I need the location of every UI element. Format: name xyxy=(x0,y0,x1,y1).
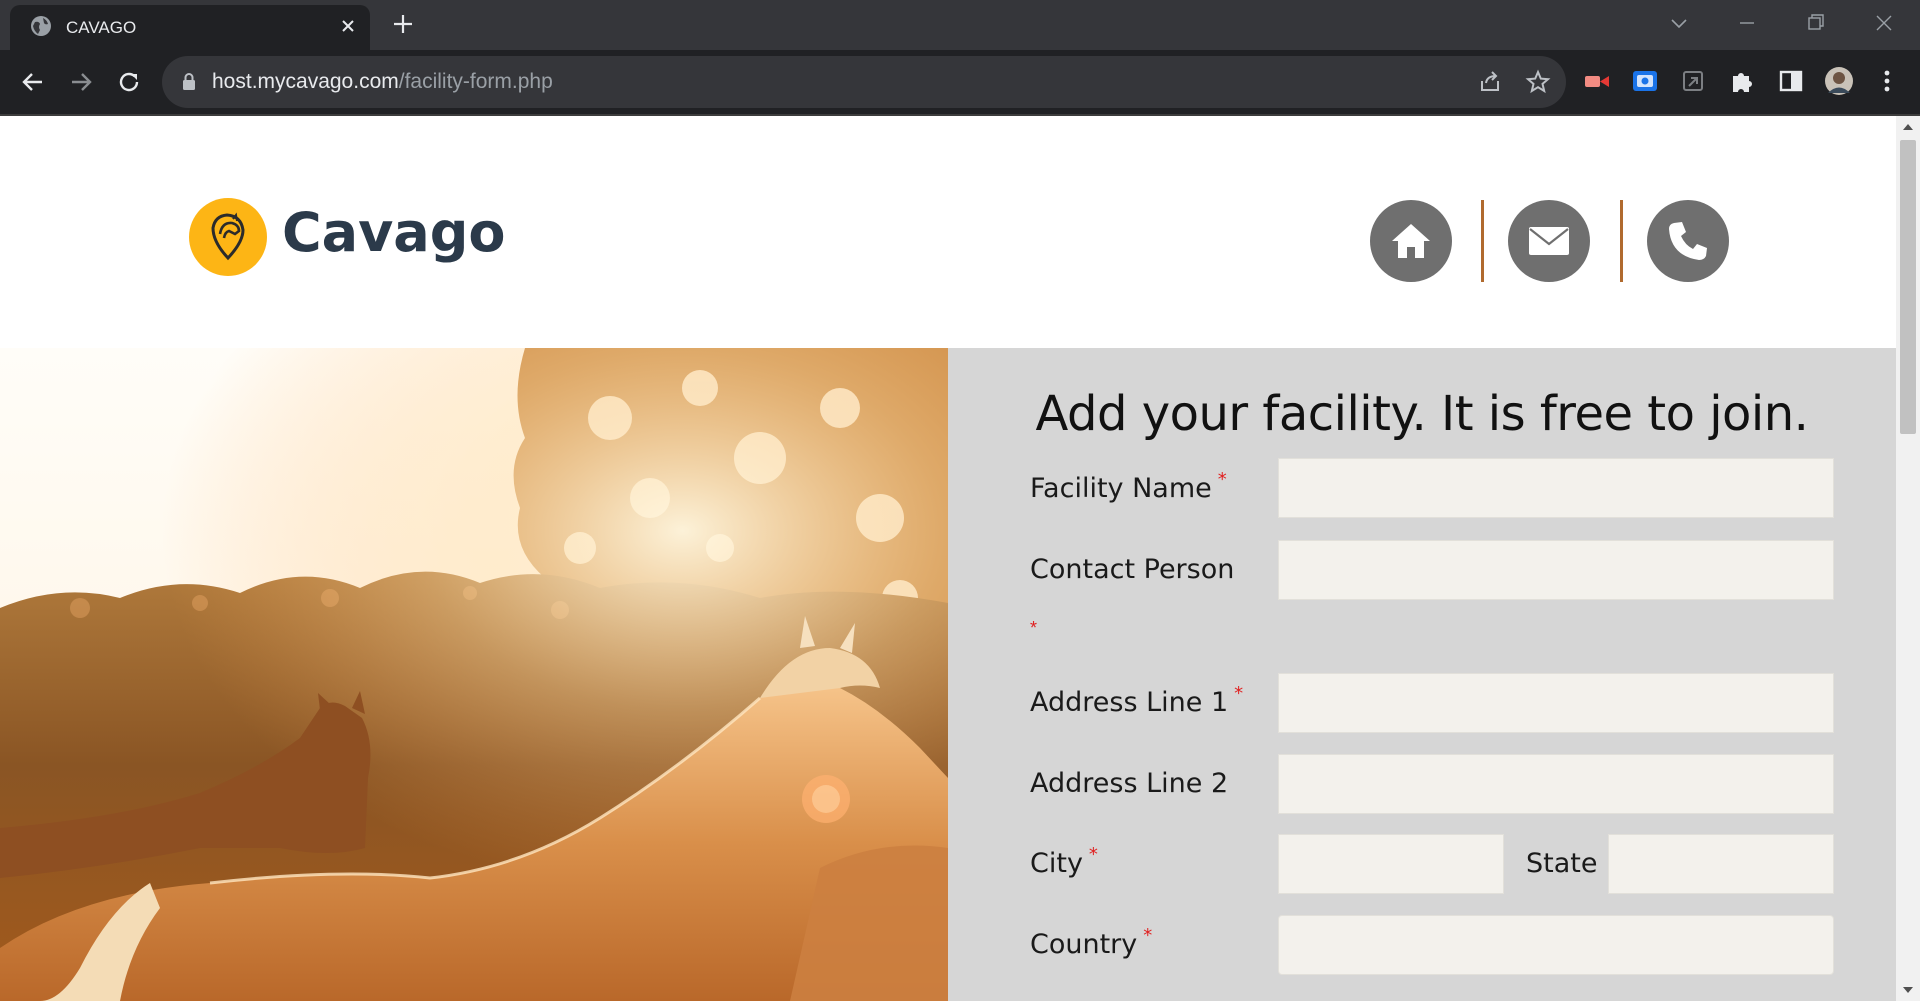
close-tab-icon[interactable] xyxy=(336,14,360,38)
page-viewport: Cavago Add your facility. It is free to … xyxy=(0,116,1896,1001)
city-label: City * xyxy=(1030,844,1098,879)
phone-icon xyxy=(1669,222,1707,260)
new-tab-icon[interactable] xyxy=(390,11,416,37)
browser-tab[interactable]: CAVAGO xyxy=(10,5,370,50)
cavago-logo-mark[interactable] xyxy=(189,198,267,276)
nav-separator xyxy=(1620,200,1623,282)
scrollbar-thumb[interactable] xyxy=(1900,140,1916,434)
facility-name-label: Facility Name * xyxy=(1030,469,1227,504)
url-path: /facility-form.php xyxy=(398,70,553,93)
country-label: Country * xyxy=(1030,925,1153,960)
contact-person-input[interactable] xyxy=(1278,540,1834,600)
grayed-extension-icon[interactable] xyxy=(1679,66,1709,96)
address-bar[interactable]: host.mycavago.com/facility-form.php xyxy=(162,56,1566,108)
share-icon[interactable] xyxy=(1477,69,1503,95)
horses-at-sunset-illustration xyxy=(0,348,948,1001)
tab-title: CAVAGO xyxy=(66,18,137,37)
required-mark: * xyxy=(1088,844,1098,865)
bookmark-star-icon[interactable] xyxy=(1525,69,1551,95)
hero-horses-image xyxy=(0,348,948,1001)
tab-search-chevron-icon[interactable] xyxy=(1666,10,1692,36)
url-text[interactable]: host.mycavago.com/facility-form.php xyxy=(212,70,553,94)
envelope-icon xyxy=(1529,227,1569,255)
side-panel-icon[interactable] xyxy=(1776,66,1806,96)
address-line-2-label: Address Line 2 xyxy=(1030,768,1229,799)
close-window-icon[interactable] xyxy=(1871,10,1897,36)
required-mark: * xyxy=(1030,618,1038,638)
home-icon xyxy=(1392,224,1430,258)
minimize-icon[interactable] xyxy=(1734,10,1760,36)
city-input[interactable] xyxy=(1278,834,1504,894)
required-mark: * xyxy=(1234,683,1244,704)
phone-button[interactable] xyxy=(1647,200,1729,282)
capture-extension-icon[interactable] xyxy=(1630,66,1660,96)
facility-name-input[interactable] xyxy=(1278,458,1834,518)
add-facility-form: Add your facility. It is free to join. F… xyxy=(948,348,1896,1001)
scroll-down-arrow-icon[interactable] xyxy=(1902,985,1914,995)
country-select[interactable] xyxy=(1278,915,1834,975)
browser-toolbar: host.mycavago.com/facility-form.php xyxy=(0,50,1920,114)
home-button[interactable] xyxy=(1370,200,1452,282)
browser-tabstrip: CAVAGO xyxy=(0,0,1920,50)
profile-avatar-icon[interactable] xyxy=(1824,66,1854,96)
url-host: host.mycavago.com xyxy=(212,70,399,93)
form-title: Add your facility. It is free to join. xyxy=(1035,386,1809,442)
address-line-2-input[interactable] xyxy=(1278,754,1834,814)
back-arrow-icon[interactable] xyxy=(17,66,49,98)
lock-icon[interactable] xyxy=(180,71,198,93)
brand-name[interactable]: Cavago xyxy=(282,201,505,264)
extensions-puzzle-icon[interactable] xyxy=(1727,66,1757,96)
required-mark: * xyxy=(1143,925,1153,946)
restore-icon[interactable] xyxy=(1803,10,1829,36)
contact-person-label: Contact Person xyxy=(1030,554,1235,585)
address-line-1-label: Address Line 1 * xyxy=(1030,683,1244,718)
required-mark: * xyxy=(1217,469,1227,490)
screen-recorder-extension-icon[interactable] xyxy=(1582,66,1612,96)
globe-icon xyxy=(31,16,51,36)
forward-arrow-icon[interactable] xyxy=(65,66,97,98)
scroll-up-arrow-icon[interactable] xyxy=(1902,122,1914,132)
state-label: State xyxy=(1526,848,1598,879)
reload-icon[interactable] xyxy=(113,66,145,98)
page-scrollbar[interactable] xyxy=(1896,116,1920,1001)
nav-separator xyxy=(1481,200,1484,282)
email-button[interactable] xyxy=(1508,200,1590,282)
horse-pin-logo-icon xyxy=(211,212,245,261)
address-line-1-input[interactable] xyxy=(1278,673,1834,733)
state-input[interactable] xyxy=(1608,834,1834,894)
menu-kebab-icon[interactable] xyxy=(1872,66,1902,96)
